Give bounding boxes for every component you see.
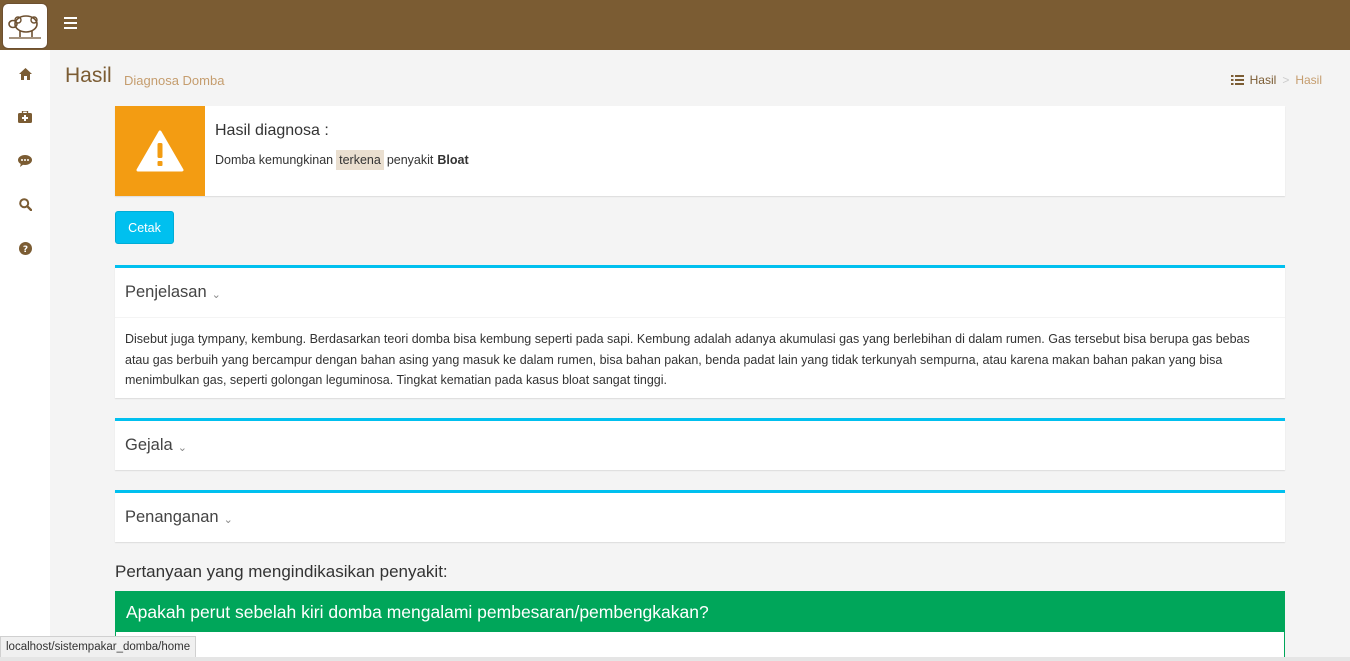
breadcrumb: Hasil > Hasil [1230, 73, 1322, 87]
top-navbar [0, 0, 1350, 50]
medkit-icon[interactable] [16, 108, 34, 126]
sheep-logo[interactable] [2, 3, 48, 49]
gejala-header[interactable]: Gejala ⌄ [115, 421, 1285, 470]
chevron-down-icon: ⌄ [177, 442, 187, 454]
warning-icon [115, 106, 205, 196]
print-button[interactable]: Cetak [115, 211, 174, 244]
status-bar-url: localhost/sistempakar_domba/home [0, 636, 197, 658]
penjelasan-title: Penjelasan [125, 283, 207, 301]
penanganan-title: Penanganan [125, 508, 219, 526]
breadcrumb-separator: > [1282, 73, 1290, 87]
penjelasan-body: Disebut juga tympany, kembung. Berdasark… [125, 332, 1250, 387]
diagnosis-result-box: Hasil diagnosa : Domba kemungkinan terke… [115, 106, 1285, 196]
svg-text:?: ? [22, 245, 27, 255]
question-box: Apakah perut sebelah kiri domba mengalam… [115, 591, 1285, 661]
chevron-down-icon: ⌄ [223, 514, 233, 526]
page-subtitle: Diagnosa Domba [124, 73, 225, 88]
comments-icon[interactable] [16, 152, 34, 170]
gejala-box: Gejala ⌄ [115, 418, 1285, 470]
page-title: Hasil [65, 64, 112, 87]
result-text-middle: penyakit [386, 153, 434, 167]
questions-label: Pertanyaan yang mengindikasikan penyakit… [115, 562, 448, 581]
hamburger-icon[interactable] [64, 17, 78, 31]
sheep-icon [8, 15, 41, 39]
result-title: Hasil diagnosa : [215, 122, 329, 139]
disease-name: Bloat [437, 153, 469, 167]
breadcrumb-link[interactable]: Hasil [1250, 73, 1277, 87]
penanganan-box: Penanganan ⌄ [115, 490, 1285, 542]
breadcrumb-current: Hasil [1295, 73, 1322, 87]
list-icon [1230, 75, 1244, 85]
result-text-before: Domba kemungkinan [215, 153, 334, 167]
search-icon[interactable] [16, 195, 34, 213]
home-icon[interactable] [16, 65, 34, 83]
gejala-title: Gejala [125, 436, 173, 454]
question-circle-icon[interactable]: ? [16, 239, 34, 257]
result-text: Domba kemungkinan terkena penyakit Bloat [215, 150, 469, 170]
penanganan-header[interactable]: Penanganan ⌄ [115, 493, 1285, 542]
penjelasan-box: Penjelasan ⌄ Disebut juga tympany, kembu… [115, 265, 1285, 398]
sidebar: ? [0, 50, 50, 661]
horizontal-scrollbar[interactable] [0, 657, 1350, 661]
question-text: Apakah perut sebelah kiri domba mengalam… [116, 592, 1284, 632]
result-highlight: terkena [336, 150, 384, 170]
penjelasan-header[interactable]: Penjelasan ⌄ [115, 268, 1285, 318]
chevron-down-icon: ⌄ [211, 289, 221, 301]
